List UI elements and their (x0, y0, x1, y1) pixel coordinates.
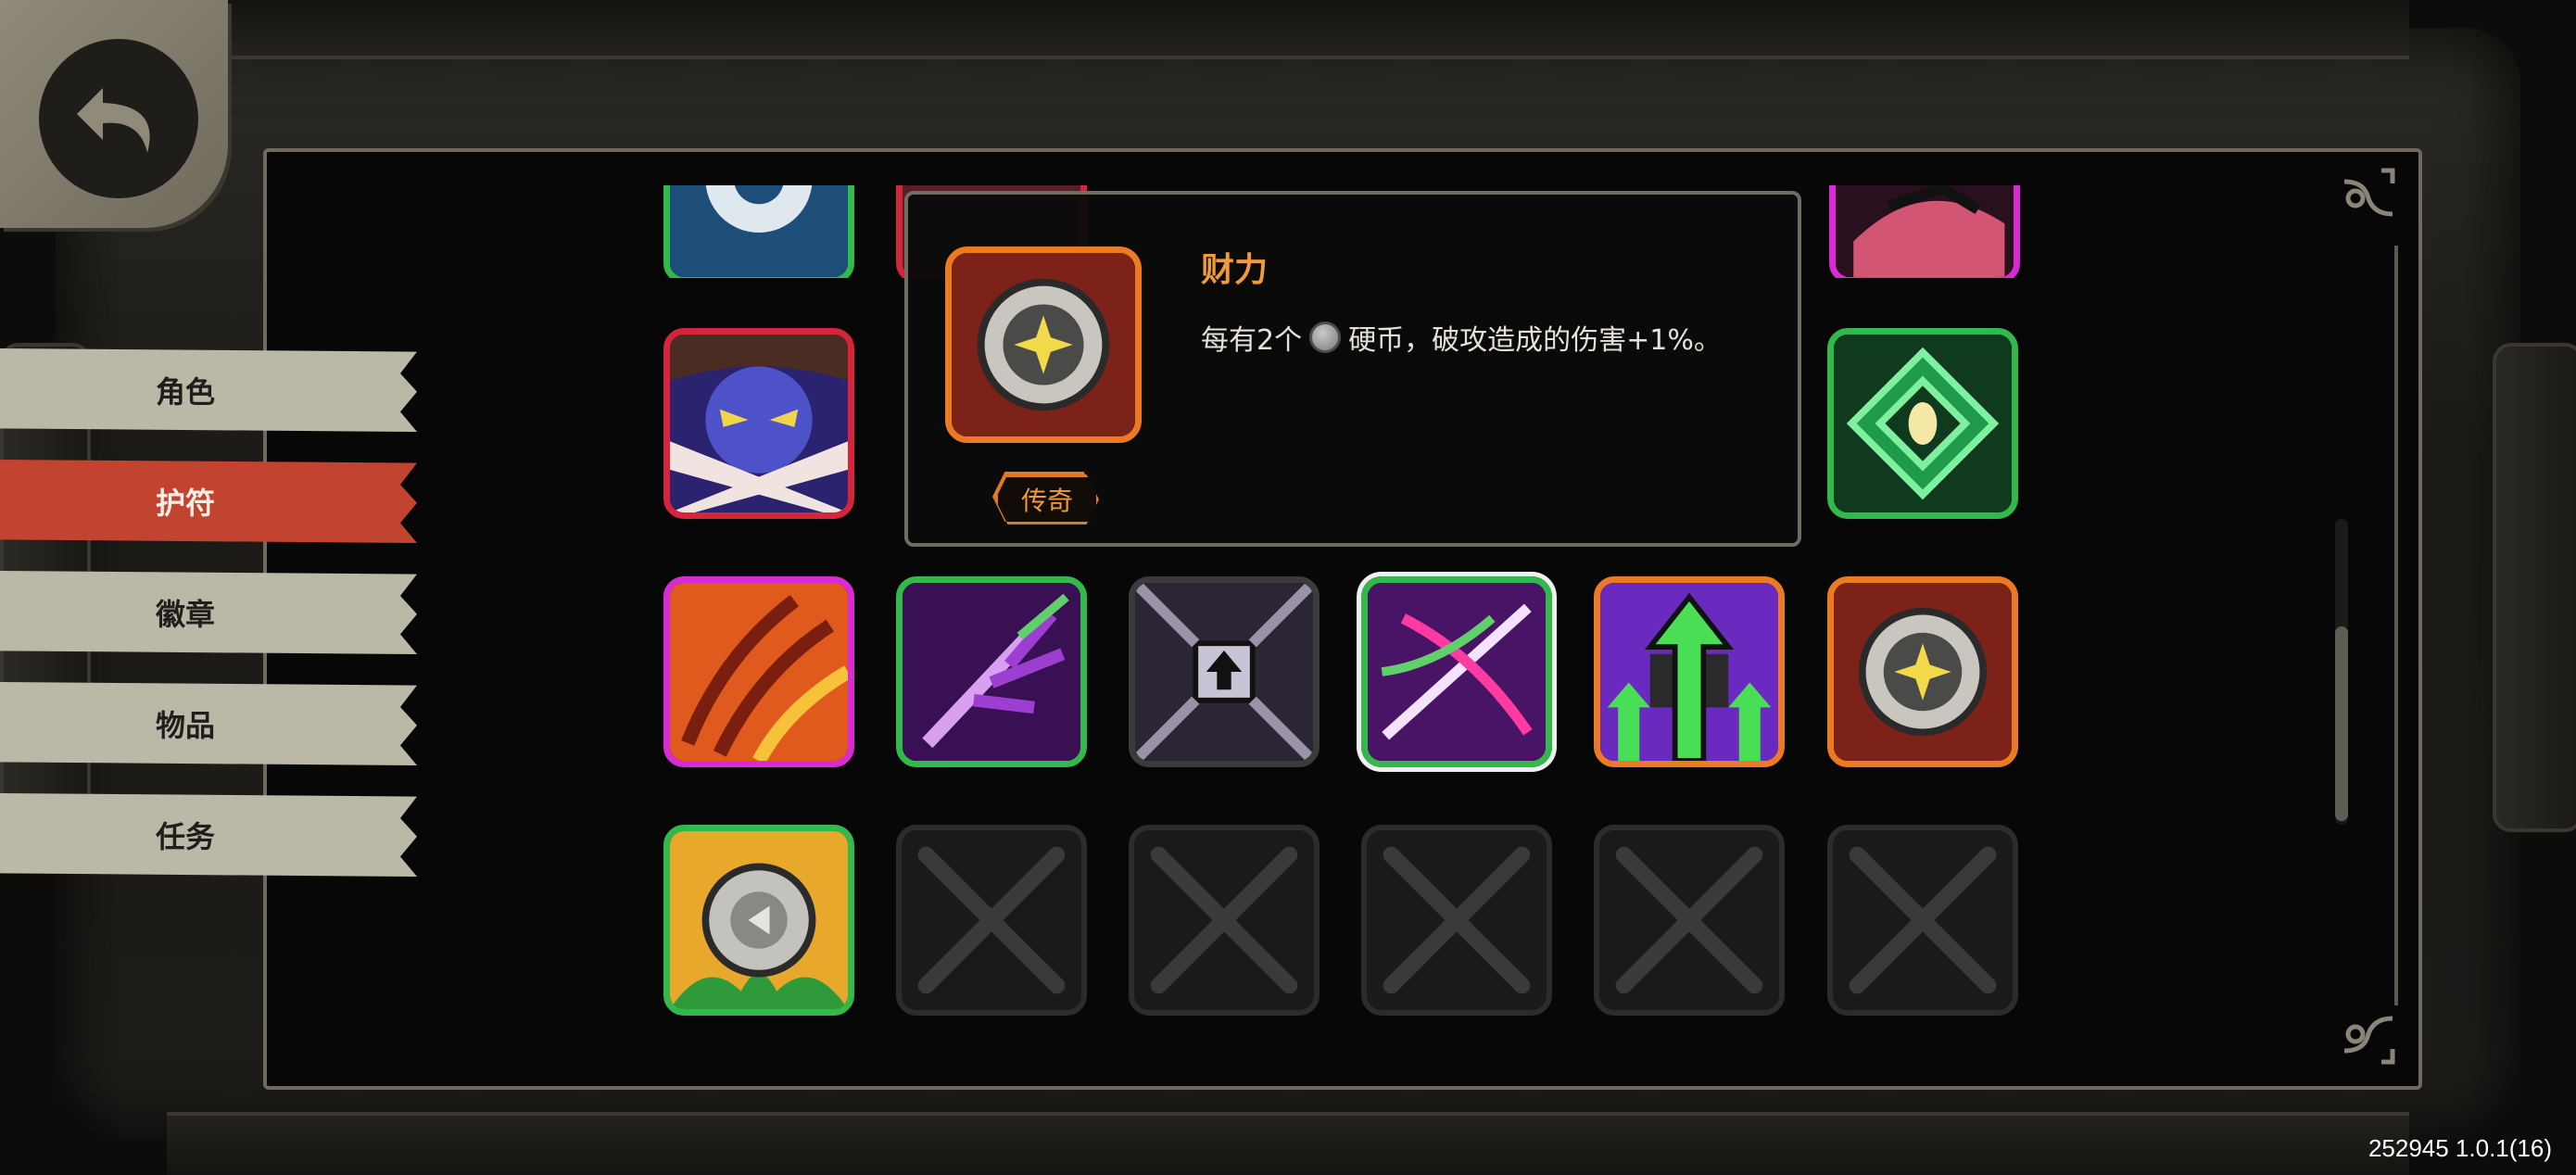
tooltip-title: 财力 (1201, 251, 1269, 289)
charm-slot[interactable] (1827, 576, 2018, 767)
corner-ornament-icon (2343, 1016, 2395, 1065)
empty-x-icon (1383, 846, 1531, 994)
tab-label: 物品 (155, 708, 215, 743)
charm-slot[interactable] (663, 576, 854, 767)
empty-charm-slot[interactable] (1594, 825, 1785, 1016)
tab-label: 护符 (155, 486, 215, 521)
claw-charm-icon (1836, 185, 2014, 277)
tab-quests[interactable]: 任务 (0, 793, 417, 877)
empty-x-icon (917, 846, 1066, 994)
green-eye-charm-icon (1834, 335, 2012, 512)
tab-badges[interactable]: 徽章 (0, 571, 417, 654)
leaf-coin-charm-icon (670, 831, 848, 1009)
charm-tooltip: 财力 每有2个 硬币，破攻造成的伤害+1%。 传奇 (904, 191, 1801, 547)
tooltip-description: 每有2个 硬币，破攻造成的伤害+1%。 (1201, 317, 1722, 358)
charm-slot[interactable] (663, 825, 854, 1016)
desc-part-1: 每有2个 (1201, 324, 1303, 357)
purple-branch-charm-icon (903, 583, 1080, 761)
green-arrow-charm-icon (1600, 583, 1778, 761)
charm-slot[interactable] (663, 328, 854, 519)
fire-claw-charm-icon (670, 583, 848, 761)
coin-icon (1309, 322, 1342, 353)
charm-slot[interactable] (1829, 185, 2020, 278)
version-label: 252945 1.0.1(16) (2368, 1134, 2552, 1162)
empty-charm-slot[interactable] (1361, 825, 1552, 1016)
empty-charm-slot[interactable] (896, 825, 1087, 1016)
tab-label: 徽章 (155, 597, 215, 632)
empty-x-icon (1150, 846, 1298, 994)
tab-items[interactable]: 物品 (0, 682, 417, 765)
desc-part-2: 硬币，破攻造成的伤害+1%。 (1348, 324, 1722, 357)
slash-charm-icon (1368, 583, 1546, 761)
charm-slot[interactable] (896, 576, 1087, 767)
empty-x-icon (1849, 846, 1997, 994)
back-button[interactable] (0, 0, 228, 228)
masked-warrior-charm-icon (670, 335, 848, 512)
scrollbar-thumb[interactable] (2335, 626, 2348, 821)
charm-slot[interactable] (1827, 328, 2018, 519)
charm-slot[interactable] (1129, 576, 1320, 767)
rarity-badge: 传奇 (995, 474, 1099, 524)
background-top-band (167, 0, 2409, 59)
back-arrow-icon (39, 39, 198, 198)
empty-charm-slot[interactable] (1827, 825, 2018, 1016)
gate-arrow-charm-icon (1135, 583, 1313, 761)
charm-slot-selected[interactable] (1361, 576, 1552, 767)
gear-charm-icon (670, 185, 848, 277)
tab-charms[interactable]: 护符 (0, 460, 417, 543)
tab-character[interactable]: 角色 (0, 348, 417, 432)
tab-label: 任务 (155, 819, 215, 854)
panel-right-rail (2394, 246, 2398, 1005)
coin-charm-icon (1834, 583, 2012, 761)
empty-x-icon (1615, 846, 1763, 994)
background-bottom-band (167, 1112, 2409, 1175)
right-side-slab (2493, 343, 2576, 832)
charm-slot[interactable] (663, 185, 854, 278)
tab-label: 角色 (155, 374, 215, 410)
tooltip-charm-icon (945, 246, 1142, 443)
empty-charm-slot[interactable] (1129, 825, 1320, 1016)
charm-slot[interactable] (1594, 576, 1785, 767)
coin-charm-icon (952, 253, 1135, 436)
